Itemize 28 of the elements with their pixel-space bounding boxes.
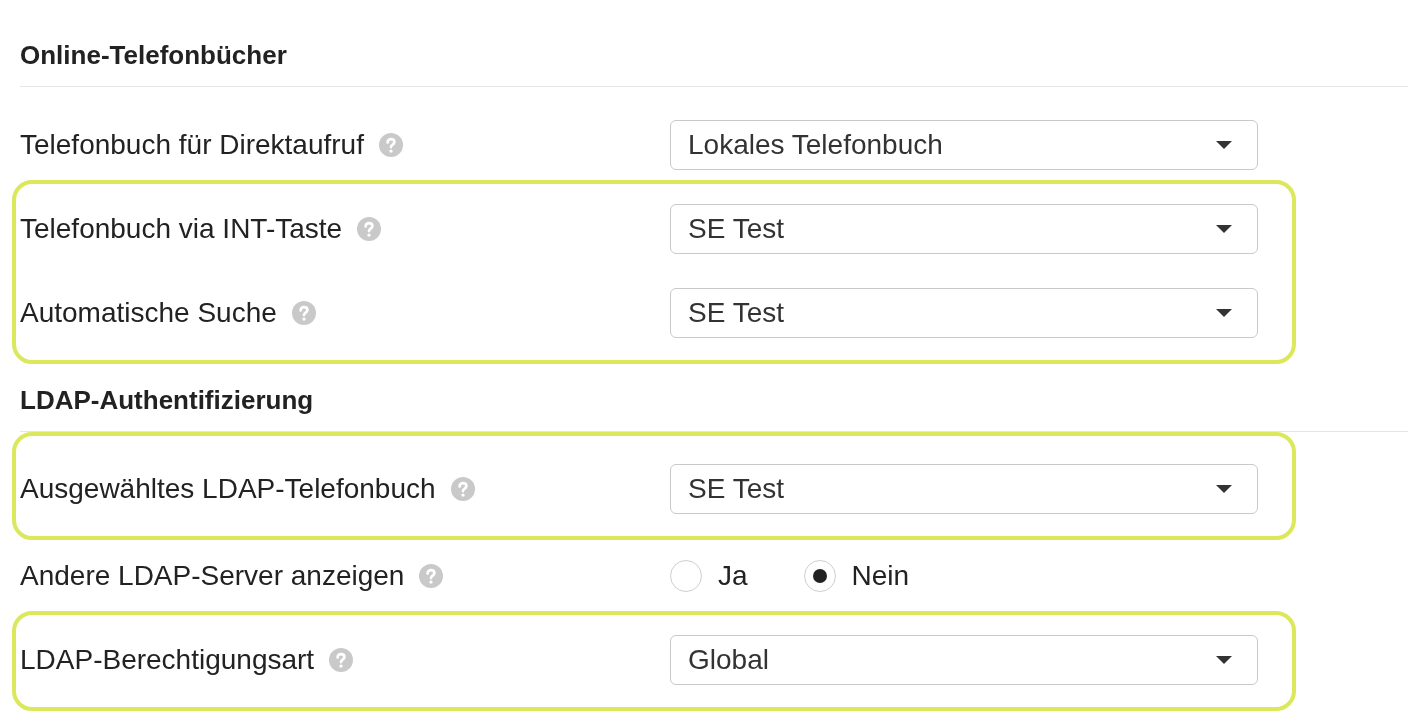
- field-label: LDAP-Berechtigungsart: [20, 644, 315, 676]
- dropdown[interactable]: SE Test: [670, 464, 1258, 514]
- help-icon[interactable]: [357, 217, 382, 241]
- radio-label[interactable]: Nein: [851, 560, 910, 592]
- help-icon[interactable]: [450, 477, 475, 501]
- help-icon[interactable]: [419, 564, 444, 588]
- field-label: Ausgewähltes LDAP-Telefonbuch: [20, 473, 436, 505]
- radio-button[interactable]: [670, 560, 702, 592]
- field-label: Andere LDAP-Server anzeigen: [20, 560, 405, 592]
- field-label: Automatische Suche: [20, 297, 277, 329]
- dropdown[interactable]: SE Test: [670, 288, 1258, 338]
- dropdown[interactable]: SE Test: [670, 204, 1258, 254]
- radio-button[interactable]: [803, 560, 836, 592]
- help-icon[interactable]: [378, 133, 403, 157]
- caret-icon: [1216, 225, 1232, 233]
- field-label: Telefonbuch via INT-Taste: [20, 213, 343, 245]
- radio-label[interactable]: Ja: [718, 560, 748, 592]
- help-icon[interactable]: [329, 648, 354, 672]
- dropdown[interactable]: Global: [670, 635, 1258, 685]
- help-icon[interactable]: [291, 301, 316, 325]
- field-label: Telefonbuch für Direktaufruf: [20, 129, 364, 161]
- caret-icon: [1216, 141, 1232, 149]
- caret-icon: [1216, 309, 1232, 317]
- section-heading: Online-Telefonbücher: [20, 40, 287, 70]
- section-heading: LDAP-Authentifizierung: [20, 385, 314, 415]
- caret-icon: [1216, 656, 1232, 664]
- dropdown[interactable]: Lokales Telefonbuch: [670, 120, 1258, 170]
- caret-icon: [1216, 485, 1232, 493]
